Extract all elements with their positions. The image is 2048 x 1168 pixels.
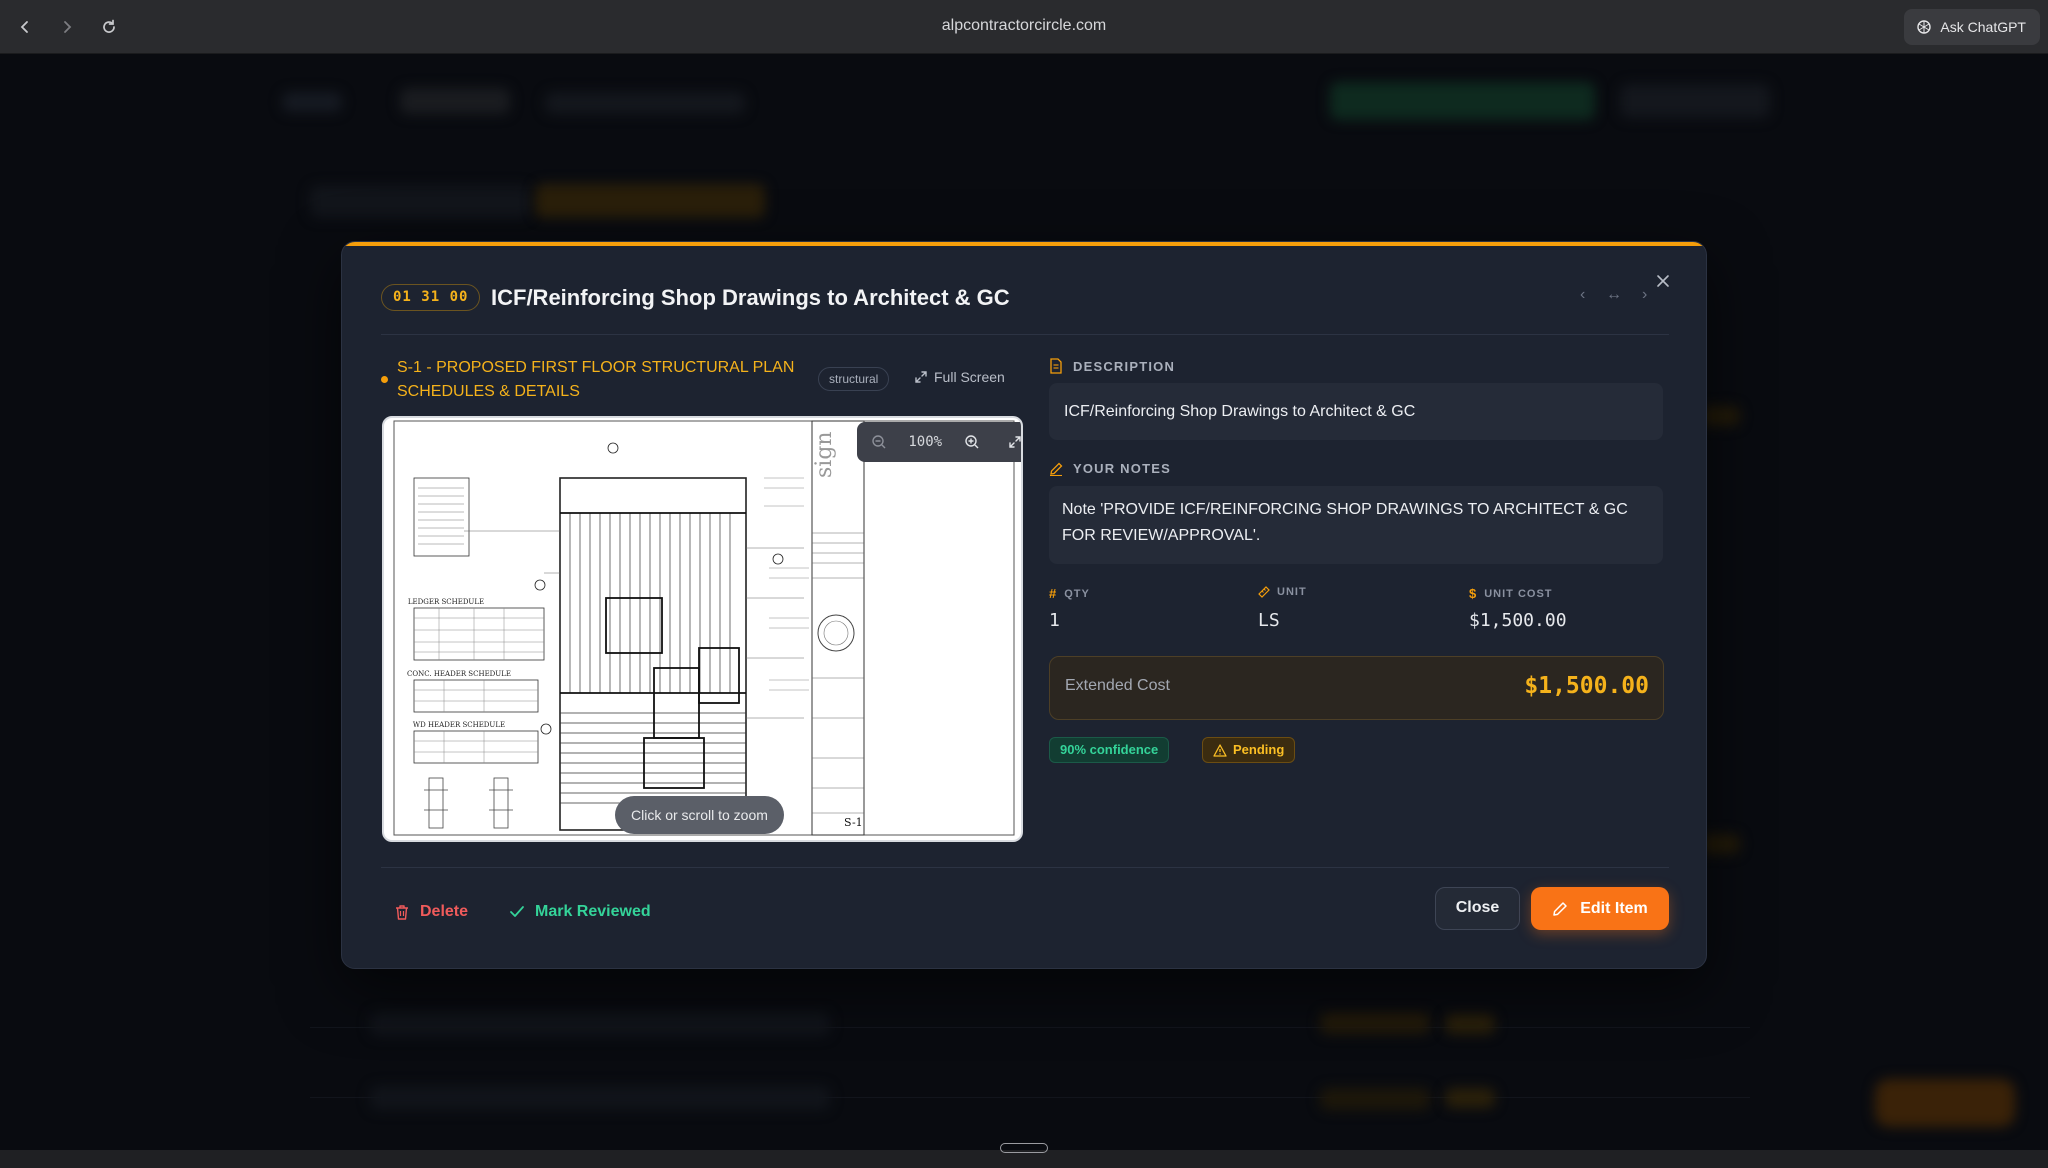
- dollar-icon: $: [1469, 586, 1478, 601]
- description-label: DESCRIPTION: [1073, 358, 1176, 374]
- modal-title: ICF/Reinforcing Shop Drawings to Archite…: [491, 285, 1010, 310]
- fullscreen-label: Full Screen: [934, 369, 1005, 385]
- extended-cost-panel: Extended Cost $1,500.00: [1049, 656, 1664, 720]
- notes-field: Note 'PROVIDE ICF/REINFORCING SHOP DRAWI…: [1049, 486, 1663, 564]
- forward-icon[interactable]: [54, 14, 80, 40]
- maximize-icon[interactable]: [1001, 428, 1021, 456]
- next-item-button[interactable]: ›: [1642, 286, 1647, 304]
- confidence-badge: 90% confidence: [1049, 737, 1170, 763]
- header-divider: [381, 334, 1669, 335]
- qty-value: 1: [1049, 610, 1060, 631]
- check-icon: [510, 906, 524, 917]
- unit-label-group: UNIT: [1258, 586, 1307, 598]
- zoom-out-icon[interactable]: [865, 428, 893, 456]
- unit-cost-label-group: $ UNIT COST: [1469, 586, 1553, 601]
- document-icon: [1050, 358, 1062, 374]
- confidence-label: 90% confidence: [1060, 742, 1159, 757]
- unit-cost-label: UNIT COST: [1484, 587, 1553, 600]
- edit-item-button[interactable]: Edit Item: [1531, 887, 1669, 930]
- drawing-viewer[interactable]: LEDGER SCHEDULE CONC. HEADER SCHEDULE WD…: [382, 416, 1023, 842]
- discipline-tag: structural: [818, 367, 890, 391]
- svg-text:LEDGER SCHEDULE: LEDGER SCHEDULE: [408, 598, 484, 606]
- zoom-toolbar: 100%: [857, 422, 1021, 462]
- trash-icon: [396, 904, 408, 920]
- unit-value: LS: [1258, 610, 1280, 631]
- ask-chatgpt-button[interactable]: Ask ChatGPT: [1904, 9, 2040, 45]
- home-indicator: [1000, 1143, 1048, 1153]
- extended-cost-label: Extended Cost: [1065, 677, 1170, 694]
- svg-text:WD HEADER SCHEDULE: WD HEADER SCHEDULE: [413, 721, 505, 729]
- status-label: Pending: [1233, 742, 1285, 757]
- zoom-hint: Click or scroll to zoom: [615, 796, 784, 834]
- warning-icon: [1213, 743, 1227, 757]
- csi-code-badge: 01 31 00: [381, 284, 481, 311]
- expand-icon: [915, 371, 927, 383]
- address-bar[interactable]: alpcontractorcircle.com: [942, 17, 1107, 34]
- mark-reviewed-label: Mark Reviewed: [535, 903, 651, 920]
- qty-label-group: # QTY: [1049, 586, 1090, 601]
- status-badge: Pending: [1202, 737, 1296, 763]
- unit-cost-value: $1,500.00: [1469, 610, 1567, 631]
- svg-text:CONC. HEADER SCHEDULE: CONC. HEADER SCHEDULE: [407, 670, 511, 678]
- reload-icon[interactable]: [96, 14, 122, 40]
- qty-label: QTY: [1064, 587, 1090, 600]
- ruler-icon: [1258, 586, 1270, 598]
- pencil-icon: [1050, 462, 1063, 476]
- structural-plan-drawing: LEDGER SCHEDULE CONC. HEADER SCHEDULE WD…: [393, 420, 1015, 836]
- extended-cost-value: $1,500.00: [1524, 673, 1649, 699]
- ask-chatgpt-label: Ask ChatGPT: [1940, 19, 2026, 35]
- close-button[interactable]: Close: [1435, 887, 1520, 930]
- edit-item-label: Edit Item: [1580, 899, 1648, 917]
- back-icon[interactable]: [12, 14, 38, 40]
- modal-accent-bar: [342, 242, 1706, 246]
- sheet-title: S-1 - PROPOSED FIRST FLOOR STRUCTURAL PL…: [397, 359, 795, 400]
- item-detail-modal: 01 31 00 ICF/Reinforcing Shop Drawings t…: [341, 241, 1707, 969]
- mark-reviewed-button[interactable]: Mark Reviewed: [509, 892, 651, 932]
- hash-icon: #: [1049, 586, 1058, 601]
- prev-item-button[interactable]: ‹: [1580, 286, 1585, 304]
- sheet-number: S-1: [844, 816, 863, 829]
- zoom-level: 100%: [908, 434, 943, 450]
- swap-icon[interactable]: ↔: [1606, 286, 1622, 304]
- notes-section-label: YOUR NOTES: [1049, 461, 1171, 476]
- footer-divider: [381, 867, 1669, 868]
- browser-toolbar: alpcontractorcircle.com Ask ChatGPT: [0, 0, 2048, 54]
- chatgpt-icon: [1917, 20, 1932, 34]
- zoom-in-icon[interactable]: [958, 428, 986, 456]
- edit-icon: [1553, 901, 1567, 916]
- fullscreen-button[interactable]: Full Screen: [914, 369, 1005, 385]
- unit-label: UNIT: [1277, 586, 1307, 598]
- delete-button[interactable]: Delete: [394, 892, 468, 932]
- description-section-label: DESCRIPTION: [1049, 358, 1175, 374]
- close-icon[interactable]: [1656, 271, 1670, 294]
- notes-label: YOUR NOTES: [1073, 461, 1171, 476]
- delete-label: Delete: [420, 903, 469, 920]
- sheet-indicator-dot: [381, 376, 388, 383]
- description-field: ICF/Reinforcing Shop Drawings to Archite…: [1049, 383, 1663, 440]
- svg-text:sign: sign: [812, 431, 837, 478]
